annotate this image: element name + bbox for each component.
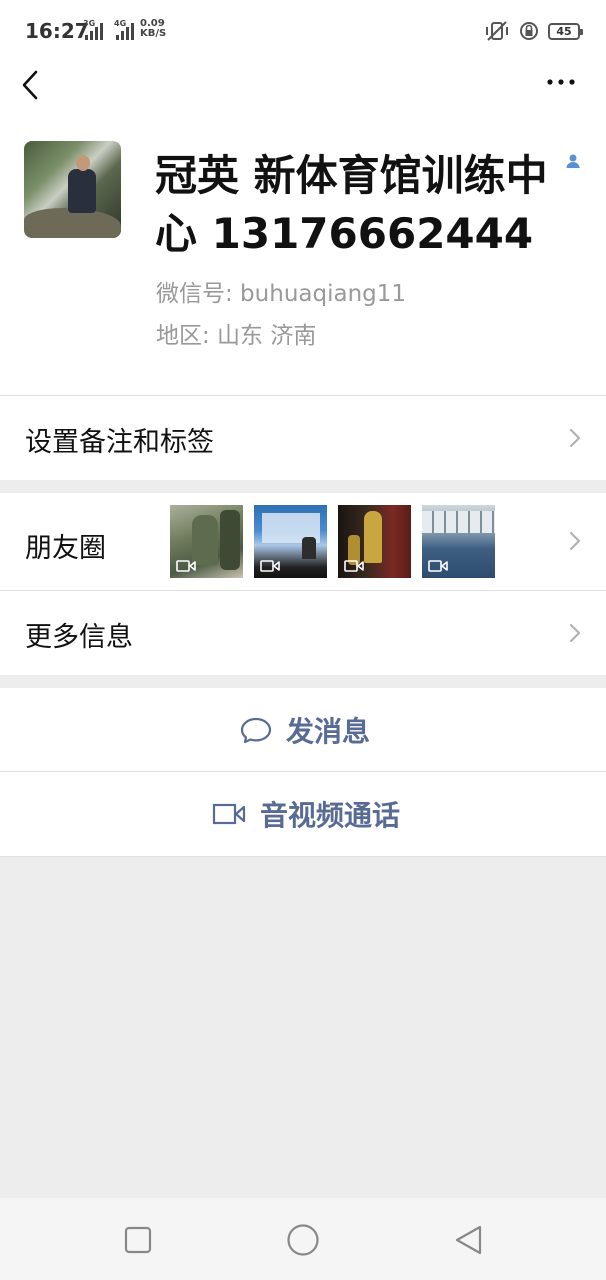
battery-icon: 45 — [548, 22, 583, 40]
signal-3g-icon: 3G — [83, 19, 105, 40]
rotation-lock-icon — [520, 22, 538, 40]
chevron-left-icon[interactable] — [18, 66, 48, 100]
status-bar: 16:27 3G 4G 0.09 KB/S 45 — [0, 0, 606, 62]
recent-apps-icon[interactable] — [124, 1226, 152, 1254]
network-speed: 0.09 KB/S — [140, 19, 170, 39]
chevron-right-icon — [569, 428, 581, 448]
region: 地区: 山东 济南 — [156, 323, 317, 349]
send-message-label: 发消息 — [286, 715, 371, 748]
chevron-right-icon — [569, 531, 581, 551]
video-camera-icon — [176, 560, 196, 572]
moments-thumbnail[interactable] — [422, 505, 495, 578]
signal-4g-icon: 4G — [114, 19, 136, 40]
video-camera-icon — [260, 560, 280, 572]
moments-thumbnail[interactable] — [170, 505, 243, 578]
chat-bubble-icon — [240, 717, 272, 744]
home-icon[interactable] — [286, 1223, 320, 1257]
top-nav-bar — [0, 62, 606, 120]
set-remark-and-tags-row[interactable]: 设置备注和标签 — [0, 396, 606, 480]
system-navigation-bar — [0, 1198, 606, 1280]
video-camera-icon — [212, 803, 246, 825]
moments-thumbnail[interactable] — [338, 505, 411, 578]
chevron-right-icon — [569, 623, 581, 643]
more-info-row[interactable]: 更多信息 — [0, 591, 606, 675]
divider — [0, 856, 606, 857]
battery-level: 45 — [556, 24, 572, 38]
status-right: 45 — [484, 20, 583, 42]
more-info-label: 更多信息 — [25, 622, 133, 653]
moments-label: 朋友圈 — [25, 533, 106, 564]
ellipsis-icon[interactable] — [546, 72, 576, 92]
video-call-label: 音视频通话 — [260, 799, 401, 832]
network-type-1: 3G — [83, 19, 96, 28]
profile-card: 冠英 新体育馆训练中心 13176662444 微信号: buhuaqiang1… — [0, 120, 606, 395]
wechat-id: 微信号: buhuaqiang11 — [156, 281, 407, 307]
vibrate-mute-icon — [486, 21, 508, 41]
set-remark-label: 设置备注和标签 — [25, 427, 214, 458]
status-time: 16:27 — [25, 19, 89, 43]
send-message-button[interactable]: 发消息 — [0, 688, 606, 772]
network-type-2: 4G — [114, 19, 127, 28]
contact-name: 冠英 新体育馆训练中心 13176662444 — [155, 151, 548, 258]
video-camera-icon — [344, 560, 364, 572]
video-call-button[interactable]: 音视频通话 — [0, 772, 606, 856]
network-speed-unit: KB/S — [140, 28, 167, 39]
moments-row[interactable]: 朋友圈 — [0, 493, 606, 590]
avatar[interactable] — [24, 141, 121, 238]
moments-thumbnail[interactable] — [254, 505, 327, 578]
back-triangle-icon[interactable] — [454, 1224, 484, 1256]
video-camera-icon — [428, 560, 448, 572]
person-icon — [566, 154, 580, 168]
